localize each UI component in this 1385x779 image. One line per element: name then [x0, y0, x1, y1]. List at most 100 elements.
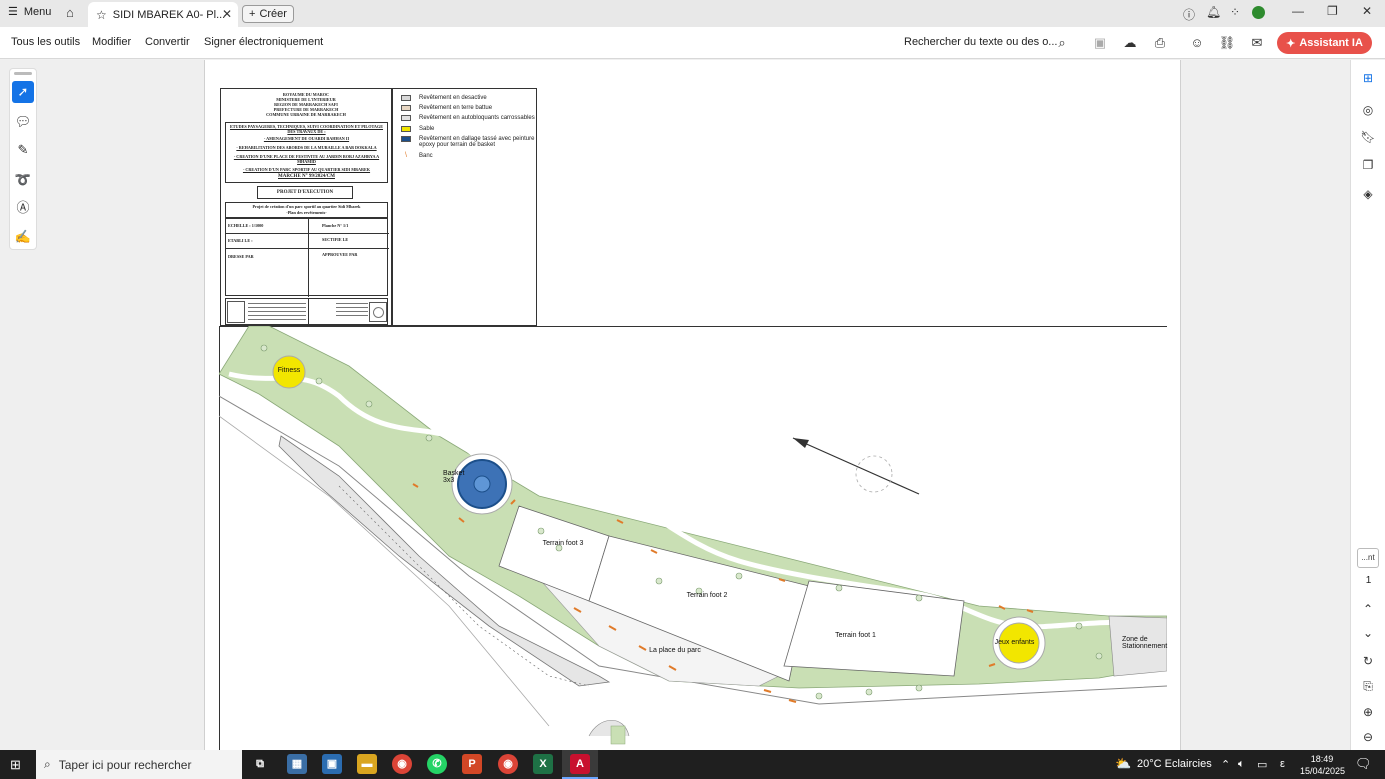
- drawn-by-label: DRESSE PAR: [228, 254, 254, 259]
- legend-label: Revêtement en autobloquants carrossables: [419, 115, 535, 121]
- convert-menu[interactable]: Convertir: [145, 36, 190, 48]
- bookmarks-icon[interactable]: 🔖︎: [1359, 128, 1377, 146]
- search-field[interactable]: Rechercher du texte ou des o...: [904, 36, 1057, 48]
- edit-menu[interactable]: Modifier: [92, 36, 131, 48]
- document-tab[interactable]: ☆ SIDI MBAREK A0- Pl... ✕: [88, 2, 238, 27]
- office-logo: [227, 301, 245, 323]
- chevron-up-icon[interactable]: ⌃: [1359, 600, 1377, 618]
- star-icon[interactable]: ☆: [96, 8, 107, 22]
- apps-grid-icon[interactable]: ⁘: [1230, 5, 1240, 19]
- tray-chevron-icon[interactable]: ⌃: [1221, 758, 1230, 771]
- legend-swatch: [401, 126, 411, 132]
- excel-icon[interactable]: X: [533, 754, 553, 774]
- network-icon[interactable]: ▭: [1257, 758, 1267, 771]
- tab-title: SIDI MBAREK A0- Pl...: [112, 8, 226, 21]
- approved-by-label: APPROUVEE PAR: [322, 252, 358, 257]
- restore-icon[interactable]: ❐: [1327, 4, 1338, 18]
- select-tool-icon[interactable]: ➚: [12, 81, 34, 103]
- windows-start-icon[interactable]: ⊞: [10, 757, 21, 773]
- pages-icon[interactable]: ❐: [1359, 156, 1377, 174]
- chrome-icon[interactable]: ◉: [498, 754, 518, 774]
- tree: [365, 400, 373, 408]
- user-avatar[interactable]: [1252, 6, 1265, 19]
- close-tab-icon[interactable]: ✕: [222, 7, 232, 21]
- legend-item: Revêtement en autobloquants carrossables: [401, 115, 541, 121]
- sheet-label: Planche N° 1/1: [322, 223, 349, 228]
- north-arrow-head: [793, 438, 809, 448]
- task-view-icon[interactable]: ⧉: [250, 754, 270, 774]
- file-explorer-icon[interactable]: ▬: [357, 754, 377, 774]
- document-canvas[interactable]: ROYAUME DU MAROC MINISTERE DE L'INTERIEU…: [0, 60, 1350, 750]
- project-box: Projet de création d'un parc sportif au …: [225, 202, 388, 218]
- legend-label: Sable: [419, 126, 435, 132]
- stamp-circle: [373, 307, 384, 318]
- terrain-foot-2-label: Terrain foot 2: [686, 592, 728, 599]
- text-tool-icon[interactable]: Ⓐ: [12, 197, 34, 219]
- minimize-icon[interactable]: —: [1292, 4, 1304, 18]
- whatsapp-icon[interactable]: ✆: [427, 754, 447, 774]
- ai-assistant-button[interactable]: ✦ Assistant IA: [1277, 32, 1372, 54]
- zoom-in-icon[interactable]: ⊕: [1359, 703, 1377, 721]
- legend-swatch: [401, 115, 411, 121]
- cartouche-header: ROYAUME DU MAROC MINISTERE DE L'INTERIEU…: [221, 89, 391, 125]
- share-user-icon[interactable]: ☺: [1188, 34, 1206, 52]
- weather-text[interactable]: 20°C Eclaircies: [1137, 758, 1212, 770]
- zoom-out-icon[interactable]: ⊖: [1359, 728, 1377, 746]
- app-icon-store[interactable]: ▣: [322, 754, 342, 774]
- acrobat-icon[interactable]: A: [570, 754, 590, 774]
- mail-icon[interactable]: ✉: [1248, 34, 1266, 52]
- right-panel-rail: ⊞ ◎ 🔖︎ ❐ ◈ ...nt 1 ⌃ ⌄ ↻ ⎘ ⊕ ⊖: [1350, 60, 1385, 750]
- language-icon[interactable]: ε: [1280, 758, 1285, 770]
- ai-summary-icon[interactable]: ⊞: [1359, 69, 1377, 87]
- lasso-tool-icon[interactable]: ➰: [12, 169, 34, 191]
- chrome-icon[interactable]: ◉: [392, 754, 412, 774]
- close-window-icon[interactable]: ✕: [1362, 4, 1372, 18]
- page-box[interactable]: ...nt: [1357, 548, 1379, 568]
- all-tools-menu[interactable]: Tous les outils: [11, 36, 80, 48]
- system-clock[interactable]: 18:49 15/04/2025: [1300, 753, 1345, 777]
- app-menu-button[interactable]: ☰ Menu: [8, 5, 51, 19]
- legend-box: Revêtement en desactive Revêtement en te…: [392, 88, 537, 326]
- upload-cloud-icon[interactable]: ☁: [1121, 34, 1139, 52]
- create-button[interactable]: + Créer: [242, 5, 294, 23]
- print-icon[interactable]: ⎙: [1151, 34, 1169, 52]
- legend-swatch: [401, 136, 411, 142]
- project-line: -Plan des revêtements-: [286, 210, 327, 215]
- comments-icon[interactable]: ◎: [1359, 101, 1377, 119]
- taskbar-search[interactable]: ⌕ Taper ici pour rechercher: [36, 750, 242, 779]
- revision-label: SECTIFIE LE: [322, 237, 349, 242]
- legend-item: Revêtement en dallage tassé avec peintur…: [401, 136, 541, 148]
- chevron-down-icon[interactable]: ⌄: [1359, 624, 1377, 642]
- extract-page-icon[interactable]: ⎘: [1359, 677, 1377, 695]
- link-icon[interactable]: ⛓: [1218, 34, 1236, 52]
- ai-assistant-label: Assistant IA: [1299, 37, 1363, 49]
- help-icon[interactable]: ⓘ: [1183, 6, 1195, 23]
- pen-tool-icon[interactable]: ✎: [12, 139, 34, 161]
- bell-icon[interactable]: 🔔︎: [1206, 5, 1221, 19]
- pdf-page[interactable]: ROYAUME DU MAROC MINISTERE DE L'INTERIEU…: [204, 60, 1181, 750]
- fitness-label: Fitness: [277, 367, 301, 374]
- app-icon-desktop[interactable]: ▦: [287, 754, 307, 774]
- drag-handle[interactable]: [14, 72, 32, 75]
- comment-tool-icon[interactable]: 💬︎: [12, 111, 34, 133]
- save-icon[interactable]: ▣: [1091, 34, 1109, 52]
- sign-tool-icon[interactable]: ✍: [12, 226, 34, 248]
- tree: [1075, 622, 1083, 630]
- weather-icon[interactable]: ⛅: [1115, 756, 1131, 772]
- layers-icon[interactable]: ◈: [1359, 185, 1377, 203]
- sign-menu[interactable]: Signer électroniquement: [204, 36, 323, 48]
- page-number: 1: [1365, 575, 1372, 586]
- powerpoint-icon[interactable]: P: [462, 754, 482, 774]
- tree: [915, 594, 923, 602]
- speaker-icon[interactable]: 🔈︎: [1238, 758, 1245, 771]
- study-title: ETUDES PAYSAGERES, TECHNIQUES, SUIVI COO…: [229, 124, 384, 134]
- cartouche-header-line: COMMUNE URBAINE DE MARRAKECH: [266, 112, 346, 117]
- rotate-icon[interactable]: ↻: [1359, 652, 1377, 670]
- search-icon[interactable]: ⌕: [1053, 34, 1071, 52]
- grid-divider: [226, 248, 389, 249]
- notification-icon[interactable]: 🗨︎: [1355, 756, 1372, 772]
- tree: [865, 688, 873, 696]
- terrain-foot-1-label: Terrain foot 1: [835, 632, 876, 639]
- tree: [537, 527, 545, 535]
- home-icon[interactable]: ⌂: [66, 5, 74, 20]
